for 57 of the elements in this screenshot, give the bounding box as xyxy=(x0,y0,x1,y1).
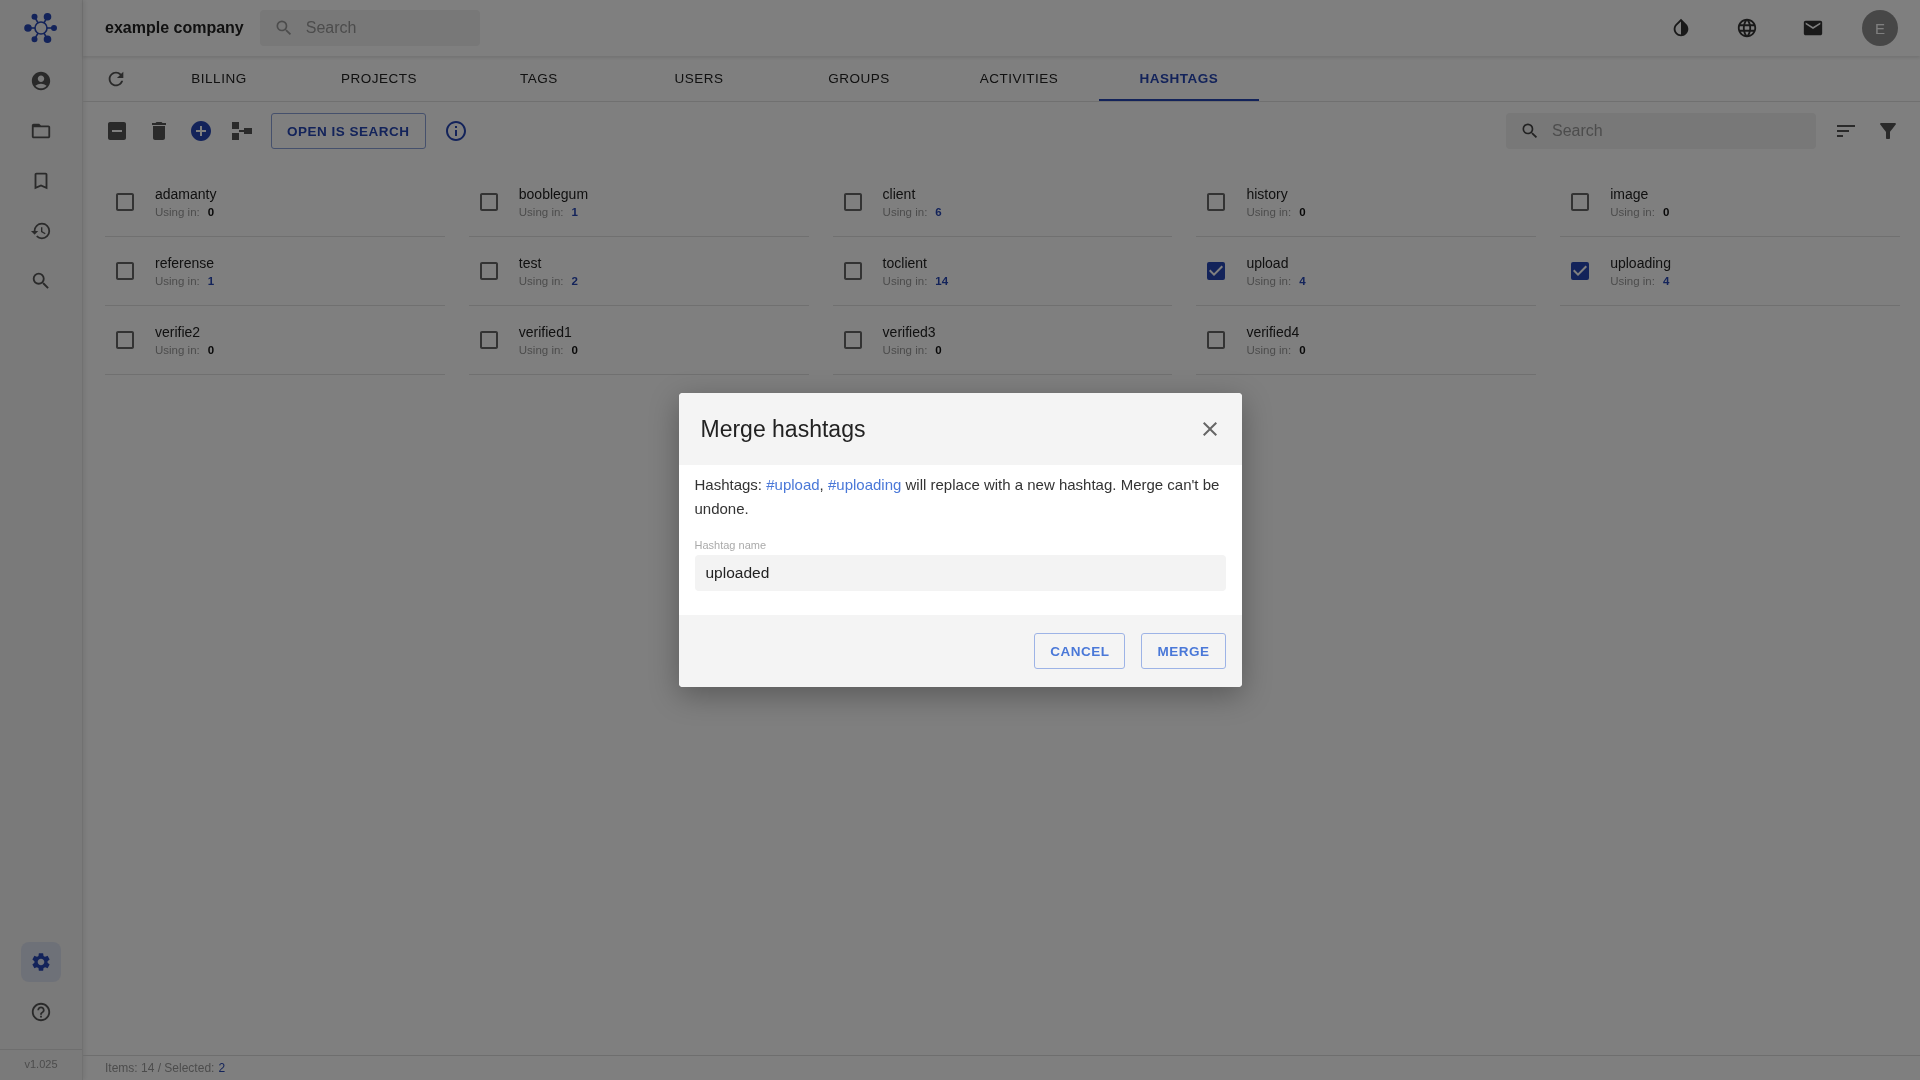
hashtag-name: booblegum xyxy=(518,186,589,202)
hashtag-name: verified4 xyxy=(1246,324,1301,340)
usage-count: 1 xyxy=(571,206,578,218)
hashtag-name: image xyxy=(1610,186,1650,202)
hashtag-name: history xyxy=(1246,186,1289,202)
company-name: example company xyxy=(105,19,244,37)
tab[interactable]: TAGS xyxy=(459,57,619,101)
dialog-title: Merge hashtags xyxy=(700,415,866,443)
usage-count: 0 xyxy=(1662,206,1670,218)
hashtag-name: verifie2 xyxy=(155,324,202,340)
cancel-button[interactable]: CANCEL xyxy=(1034,633,1126,669)
usage-count: 2 xyxy=(571,275,578,287)
selected-count: 2 xyxy=(218,1061,226,1075)
tab[interactable]: HASHTAGS xyxy=(1099,57,1259,101)
field-label: Hashtag name xyxy=(694,539,768,551)
hashtag-name-field[interactable]: uploaded xyxy=(694,555,1226,591)
usage-count: 4 xyxy=(1662,275,1670,287)
hashtag-link[interactable]: #upload xyxy=(766,476,820,493)
merge-icon[interactable] xyxy=(231,120,253,142)
hashtag-name: verified1 xyxy=(518,324,573,340)
globe-icon[interactable] xyxy=(1736,17,1758,39)
search-icon xyxy=(1520,121,1540,141)
hashtag-name: uploading xyxy=(1610,255,1671,271)
tab[interactable]: ACTIVITIES xyxy=(939,57,1099,101)
hashtag-name: referense xyxy=(155,255,215,271)
logo-icon xyxy=(24,11,58,45)
hashtag-name: toclient xyxy=(882,255,928,271)
hashtag-name: upload xyxy=(1246,255,1290,271)
usage-count: 0 xyxy=(1299,206,1306,218)
usage-count: 1 xyxy=(207,275,215,287)
usage-count: 0 xyxy=(1299,344,1306,356)
info-icon[interactable] xyxy=(443,119,468,143)
tab[interactable]: BILLING xyxy=(139,57,299,101)
usage-count: 0 xyxy=(571,344,578,356)
deselect-icon[interactable] xyxy=(105,119,129,143)
usage-count: 14 xyxy=(935,275,949,287)
tab[interactable]: GROUPS xyxy=(779,57,939,101)
hashtag-name: test xyxy=(518,255,543,271)
usage-count: 6 xyxy=(935,206,942,218)
usage-count: 0 xyxy=(207,206,215,218)
checkbox[interactable] xyxy=(113,190,137,214)
hashtag-name: verified3 xyxy=(882,324,937,340)
usage-count: 0 xyxy=(207,344,215,356)
tab[interactable]: USERS xyxy=(619,57,779,101)
settings-icon[interactable] xyxy=(21,942,61,982)
usage-count: 0 xyxy=(935,344,942,356)
open-is-search-button[interactable]: OPEN IS SEARCH xyxy=(271,113,426,149)
add-icon[interactable] xyxy=(189,119,213,143)
hashtag-link[interactable]: #uploading xyxy=(827,476,902,493)
hashtag-name: adamanty xyxy=(155,186,217,202)
checkbox[interactable] xyxy=(113,328,137,352)
dialog-message: Hashtags: #upload, #uploading will replace with a new hashtag. Merge can't be undone. xyxy=(694,475,1221,519)
usage-count: 4 xyxy=(1299,275,1306,287)
checkbox[interactable] xyxy=(113,259,137,283)
tab[interactable]: PROJECTS xyxy=(299,57,459,101)
merge-button[interactable]: MERGE xyxy=(1141,633,1226,669)
hashtag-name: client xyxy=(882,186,917,202)
